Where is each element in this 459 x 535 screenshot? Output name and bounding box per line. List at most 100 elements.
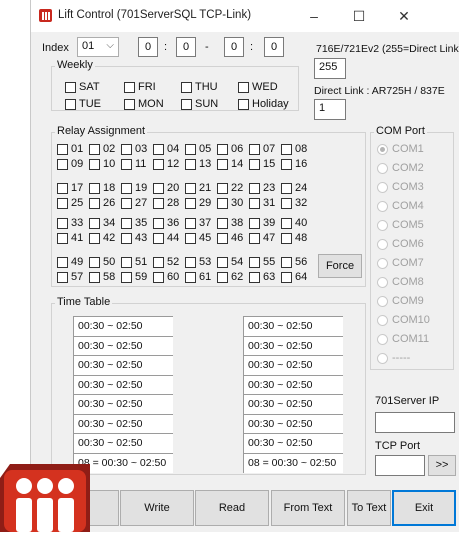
time-slot-field[interactable]: 00:30 ~ 02:50 — [73, 316, 173, 336]
relay-checkbox-58[interactable]: 58 — [89, 270, 115, 284]
relay-checkbox-13[interactable]: 13 — [185, 157, 211, 171]
relay-checkbox-39[interactable]: 39 — [249, 216, 275, 230]
relay-checkbox-48[interactable]: 48 — [281, 231, 307, 245]
com-radio-com6[interactable]: COM6 — [377, 237, 424, 251]
relay-checkbox-34[interactable]: 34 — [89, 216, 115, 230]
time-slot-field[interactable]: 08 = 00:30 ~ 02:50 — [243, 452, 343, 473]
from-text-button[interactable]: From Text — [271, 490, 345, 526]
time-slot-field[interactable]: 00:30 ~ 02:50 — [73, 433, 173, 453]
relay-checkbox-29[interactable]: 29 — [185, 196, 211, 210]
tcp-port-field[interactable] — [375, 455, 425, 476]
relay-checkbox-56[interactable]: 56 — [281, 255, 307, 269]
com-radio-com11[interactable]: COM11 — [377, 332, 429, 346]
weekday-checkbox-fri[interactable]: FRI — [124, 80, 156, 94]
com-radio-[interactable]: ----- — [377, 351, 410, 365]
server-ip-field[interactable] — [375, 412, 455, 433]
exit-button[interactable]: Exit — [392, 490, 456, 526]
relay-checkbox-18[interactable]: 18 — [89, 181, 115, 195]
com-radio-com9[interactable]: COM9 — [377, 294, 424, 308]
relay-checkbox-03[interactable]: 03 — [121, 142, 147, 156]
maximize-button[interactable]: ☐ — [340, 0, 378, 32]
device-id-field[interactable]: 255 — [314, 58, 346, 79]
relay-checkbox-02[interactable]: 02 — [89, 142, 115, 156]
force-button[interactable]: Force — [318, 254, 362, 278]
relay-checkbox-59[interactable]: 59 — [121, 270, 147, 284]
relay-checkbox-20[interactable]: 20 — [153, 181, 179, 195]
relay-checkbox-55[interactable]: 55 — [249, 255, 275, 269]
relay-checkbox-23[interactable]: 23 — [249, 181, 275, 195]
relay-checkbox-25[interactable]: 25 — [57, 196, 83, 210]
relay-checkbox-11[interactable]: 11 — [121, 157, 146, 171]
end-hour-field[interactable]: 0 — [224, 37, 244, 57]
relay-checkbox-26[interactable]: 26 — [89, 196, 115, 210]
relay-checkbox-21[interactable]: 21 — [185, 181, 211, 195]
relay-checkbox-31[interactable]: 31 — [249, 196, 275, 210]
close-button[interactable]: ✕ — [385, 0, 423, 32]
relay-checkbox-54[interactable]: 54 — [217, 255, 243, 269]
com-radio-com4[interactable]: COM4 — [377, 199, 424, 213]
relay-checkbox-60[interactable]: 60 — [153, 270, 179, 284]
end-minute-field[interactable]: 0 — [264, 37, 284, 57]
com-radio-com8[interactable]: COM8 — [377, 275, 424, 289]
relay-checkbox-40[interactable]: 40 — [281, 216, 307, 230]
title-bar[interactable]: Lift Control (701ServerSQL TCP-Link) – ☐… — [31, 0, 459, 32]
relay-checkbox-44[interactable]: 44 — [153, 231, 179, 245]
time-slot-field[interactable]: 00:30 ~ 02:50 — [243, 374, 343, 395]
relay-checkbox-22[interactable]: 22 — [217, 181, 243, 195]
relay-checkbox-37[interactable]: 37 — [185, 216, 211, 230]
relay-checkbox-57[interactable]: 57 — [57, 270, 83, 284]
relay-checkbox-64[interactable]: 64 — [281, 270, 307, 284]
weekday-checkbox-sat[interactable]: SAT — [65, 80, 100, 94]
relay-checkbox-53[interactable]: 53 — [185, 255, 211, 269]
time-slot-field[interactable]: 00:30 ~ 02:50 — [73, 335, 173, 356]
write-button[interactable]: Write — [120, 490, 194, 526]
com-radio-com5[interactable]: COM5 — [377, 218, 424, 232]
relay-checkbox-35[interactable]: 35 — [121, 216, 147, 230]
time-slot-field[interactable]: 00:30 ~ 02:50 — [73, 394, 173, 414]
time-slot-field[interactable]: 00:30 ~ 02:50 — [243, 413, 343, 434]
time-slot-field[interactable]: 00:30 ~ 02:50 — [243, 394, 343, 414]
relay-checkbox-15[interactable]: 15 — [249, 157, 275, 171]
relay-checkbox-14[interactable]: 14 — [217, 157, 243, 171]
relay-checkbox-33[interactable]: 33 — [57, 216, 83, 230]
direct-link-field[interactable]: 1 — [314, 99, 346, 120]
relay-checkbox-24[interactable]: 24 — [281, 181, 307, 195]
com-radio-com7[interactable]: COM7 — [377, 256, 424, 270]
relay-checkbox-32[interactable]: 32 — [281, 196, 307, 210]
relay-checkbox-47[interactable]: 47 — [249, 231, 275, 245]
relay-checkbox-38[interactable]: 38 — [217, 216, 243, 230]
relay-checkbox-50[interactable]: 50 — [89, 255, 115, 269]
relay-checkbox-09[interactable]: 09 — [57, 157, 83, 171]
relay-checkbox-49[interactable]: 49 — [57, 255, 83, 269]
time-slot-field[interactable]: 00:30 ~ 02:50 — [243, 335, 343, 356]
relay-checkbox-10[interactable]: 10 — [89, 157, 115, 171]
weekday-checkbox-thu[interactable]: THU — [181, 80, 218, 94]
relay-checkbox-45[interactable]: 45 — [185, 231, 211, 245]
index-select[interactable]: 01 ⌵ — [77, 37, 119, 57]
browse-button[interactable]: >> — [428, 455, 456, 476]
time-slot-field[interactable]: 00:30 ~ 02:50 — [73, 355, 173, 375]
relay-checkbox-07[interactable]: 07 — [249, 142, 275, 156]
start-minute-field[interactable]: 0 — [176, 37, 196, 57]
weekday-checkbox-mon[interactable]: MON — [124, 97, 164, 111]
to-text-button[interactable]: To Text — [347, 490, 391, 526]
relay-checkbox-41[interactable]: 41 — [57, 231, 83, 245]
relay-checkbox-17[interactable]: 17 — [57, 181, 83, 195]
relay-checkbox-05[interactable]: 05 — [185, 142, 211, 156]
relay-checkbox-46[interactable]: 46 — [217, 231, 243, 245]
time-slot-field[interactable]: 00:30 ~ 02:50 — [243, 433, 343, 453]
relay-checkbox-36[interactable]: 36 — [153, 216, 179, 230]
relay-checkbox-62[interactable]: 62 — [217, 270, 243, 284]
weekday-checkbox-wed[interactable]: WED — [238, 80, 278, 94]
relay-checkbox-51[interactable]: 51 — [121, 255, 147, 269]
relay-checkbox-43[interactable]: 43 — [121, 231, 147, 245]
com-radio-com10[interactable]: COM10 — [377, 313, 430, 327]
weekday-checkbox-tue[interactable]: TUE — [65, 97, 101, 111]
relay-checkbox-08[interactable]: 08 — [281, 142, 307, 156]
relay-checkbox-61[interactable]: 61 — [185, 270, 211, 284]
time-slot-field[interactable]: 00:30 ~ 02:50 — [243, 355, 343, 375]
relay-checkbox-52[interactable]: 52 — [153, 255, 179, 269]
relay-checkbox-04[interactable]: 04 — [153, 142, 179, 156]
time-slot-field[interactable]: 00:30 ~ 02:50 — [73, 413, 173, 434]
relay-checkbox-63[interactable]: 63 — [249, 270, 275, 284]
